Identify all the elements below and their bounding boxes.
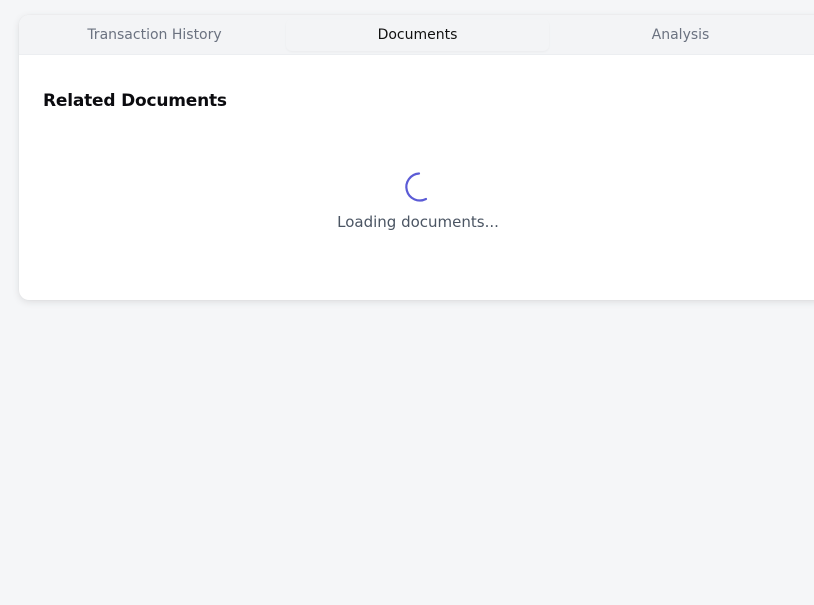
spinner-icon [405, 172, 428, 202]
tab-analysis[interactable]: Analysis [549, 19, 812, 51]
section-title: Related Documents [43, 91, 227, 111]
tab-bar: Transaction History Documents Analysis [19, 15, 814, 55]
loading-indicator: Loading documents... [19, 170, 814, 231]
documents-card: Transaction History Documents Analysis R… [19, 15, 814, 300]
loading-text: Loading documents... [337, 213, 499, 231]
tab-documents[interactable]: Documents [286, 18, 549, 51]
tab-transaction-history[interactable]: Transaction History [23, 19, 286, 51]
